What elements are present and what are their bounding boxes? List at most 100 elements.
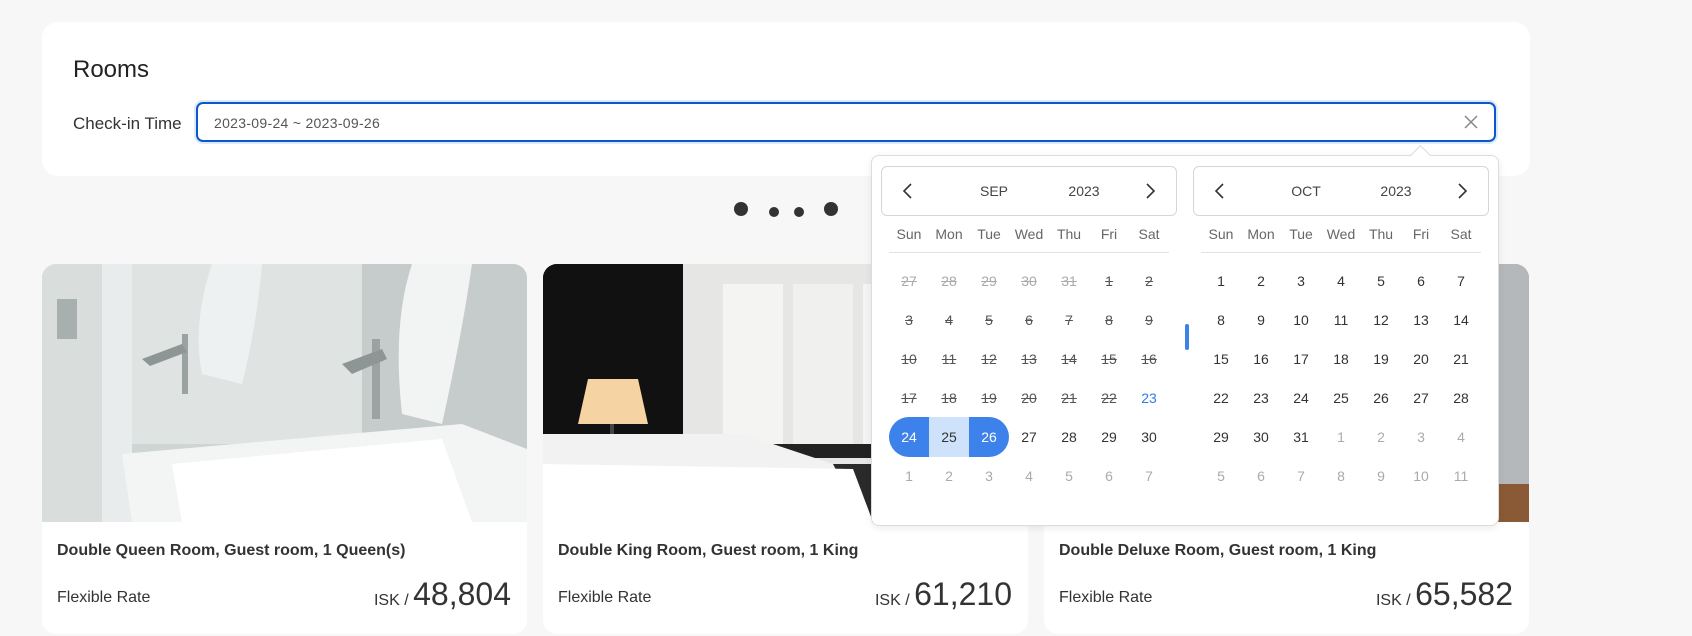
- weekday-label: Sat: [1450, 226, 1472, 242]
- calendar-day: 18: [941, 390, 957, 406]
- calendar-day[interactable]: 5: [1201, 456, 1241, 496]
- calendar-day: 30: [1021, 273, 1037, 289]
- calendar-day[interactable]: 8: [1201, 300, 1241, 340]
- calendar-day[interactable]: 19: [1361, 339, 1401, 379]
- calendar-day[interactable]: 3: [969, 456, 1009, 496]
- calendar-day[interactable]: 3: [1281, 261, 1321, 301]
- calendar-day: 15: [1101, 351, 1117, 367]
- calendar-day[interactable]: 21: [1441, 339, 1481, 379]
- carousel-dot[interactable]: [794, 207, 804, 217]
- calendar-day[interactable]: 7: [1129, 456, 1169, 496]
- calendar-day: 6: [1025, 312, 1033, 328]
- chevron-right-icon[interactable]: [1452, 181, 1472, 201]
- weekday-label: Wed: [1014, 226, 1044, 242]
- calendar-day[interactable]: 28: [1441, 378, 1481, 418]
- calendar-day[interactable]: 3: [1401, 417, 1441, 457]
- calendar-day: 14: [1061, 351, 1077, 367]
- calendar-day: 27: [901, 273, 917, 289]
- calendar-day[interactable]: 12: [1361, 300, 1401, 340]
- calendar-day[interactable]: 30: [1241, 417, 1281, 457]
- weekday-label: Sun: [1208, 226, 1234, 242]
- calendar-day[interactable]: 29: [1089, 417, 1129, 457]
- weekday-header: Sun Mon Tue Wed Thu Fri Sat: [1201, 216, 1481, 253]
- room-card[interactable]: Double Queen Room, Guest room, 1 Queen(s…: [42, 264, 527, 634]
- calendar-day[interactable]: 25: [929, 417, 969, 457]
- calendar-day[interactable]: 29: [1201, 417, 1241, 457]
- calendar-day[interactable]: 24: [1281, 378, 1321, 418]
- calendar-day[interactable]: 28: [1049, 417, 1089, 457]
- calendar-day[interactable]: 1: [889, 456, 929, 496]
- chevron-left-icon[interactable]: [898, 181, 918, 201]
- calendar-day[interactable]: 11: [1321, 300, 1361, 340]
- scroll-indicator[interactable]: [1185, 324, 1189, 350]
- price-currency: ISK /: [1375, 592, 1411, 609]
- calendar-day[interactable]: 2: [929, 456, 969, 496]
- calendar-day[interactable]: 11: [1441, 456, 1481, 496]
- calendar-day[interactable]: 23: [1241, 378, 1281, 418]
- date-range-input[interactable]: 2023-09-24 ~ 2023-09-26: [196, 102, 1496, 142]
- weekday-label: Fri: [1412, 226, 1430, 242]
- year-select[interactable]: 2023: [1054, 183, 1114, 199]
- calendar-day[interactable]: 26: [1361, 378, 1401, 418]
- date-range-value[interactable]: 2023-09-24 ~ 2023-09-26: [214, 115, 380, 131]
- calendar-day: 3: [905, 312, 913, 328]
- close-icon[interactable]: [1462, 113, 1480, 131]
- calendar-day[interactable]: 7: [1281, 456, 1321, 496]
- month-select[interactable]: SEP: [964, 183, 1024, 199]
- calendar-day[interactable]: 22: [1201, 378, 1241, 418]
- calendar-day[interactable]: 2: [1361, 417, 1401, 457]
- calendar-day[interactable]: 1: [1321, 417, 1361, 457]
- calendar-day: 1: [1105, 273, 1113, 289]
- weekday-label: Tue: [1289, 226, 1313, 242]
- calendar-day[interactable]: 24: [889, 417, 929, 457]
- calendar-day: 2: [1145, 273, 1153, 289]
- calendar-day[interactable]: 4: [1009, 456, 1049, 496]
- calendar-day[interactable]: 8: [1321, 456, 1361, 496]
- chevron-left-icon[interactable]: [1210, 181, 1230, 201]
- calendar-day[interactable]: 18: [1321, 339, 1361, 379]
- year-select[interactable]: 2023: [1366, 183, 1426, 199]
- calendar-day[interactable]: 4: [1321, 261, 1361, 301]
- carousel-dot[interactable]: [734, 202, 748, 216]
- calendar-day: 9: [1145, 312, 1153, 328]
- calendar-day[interactable]: 31: [1281, 417, 1321, 457]
- calendar-day[interactable]: 27: [1401, 378, 1441, 418]
- calendar-day[interactable]: 4: [1441, 417, 1481, 457]
- calendar-month-right: OCT 2023 Sun Mon Tue Wed Thu Fri Sat 123…: [1193, 166, 1489, 503]
- carousel-dot[interactable]: [824, 202, 838, 216]
- calendar-day[interactable]: 13: [1401, 300, 1441, 340]
- weekday-label: Sun: [896, 226, 922, 242]
- calendar-day[interactable]: 5: [1049, 456, 1089, 496]
- calendar-day[interactable]: 1: [1201, 261, 1241, 301]
- calendar-day[interactable]: 6: [1241, 456, 1281, 496]
- calendar-day[interactable]: 9: [1361, 456, 1401, 496]
- calendar-day: 22: [1101, 390, 1117, 406]
- calendar-day[interactable]: 10: [1401, 456, 1441, 496]
- calendar-day[interactable]: 10: [1281, 300, 1321, 340]
- room-image: [42, 264, 527, 522]
- weekday-label: Thu: [1368, 226, 1394, 242]
- calendar-day[interactable]: 17: [1281, 339, 1321, 379]
- calendar-day: 11: [941, 351, 957, 367]
- calendar-day[interactable]: 26: [969, 417, 1009, 457]
- calendar-day[interactable]: 27: [1009, 417, 1049, 457]
- chevron-right-icon[interactable]: [1140, 181, 1160, 201]
- month-select[interactable]: OCT: [1276, 183, 1336, 199]
- calendar-day[interactable]: 2: [1241, 261, 1281, 301]
- calendar-day[interactable]: 15: [1201, 339, 1241, 379]
- calendar-day[interactable]: 7: [1441, 261, 1481, 301]
- carousel-dot[interactable]: [769, 207, 779, 217]
- calendar-day[interactable]: 25: [1321, 378, 1361, 418]
- calendar-day[interactable]: 30: [1129, 417, 1169, 457]
- calendar-day[interactable]: 9: [1241, 300, 1281, 340]
- calendar-day[interactable]: 23: [1129, 378, 1169, 418]
- calendar-day[interactable]: 5: [1361, 261, 1401, 301]
- calendar-day[interactable]: 16: [1241, 339, 1281, 379]
- calendar-day[interactable]: 20: [1401, 339, 1441, 379]
- weekday-label: Thu: [1056, 226, 1082, 242]
- calendar-day[interactable]: 14: [1441, 300, 1481, 340]
- calendar-day[interactable]: 6: [1401, 261, 1441, 301]
- calendar-day[interactable]: 6: [1089, 456, 1129, 496]
- calendar-day: 19: [981, 390, 997, 406]
- calendar-day: 20: [1021, 390, 1037, 406]
